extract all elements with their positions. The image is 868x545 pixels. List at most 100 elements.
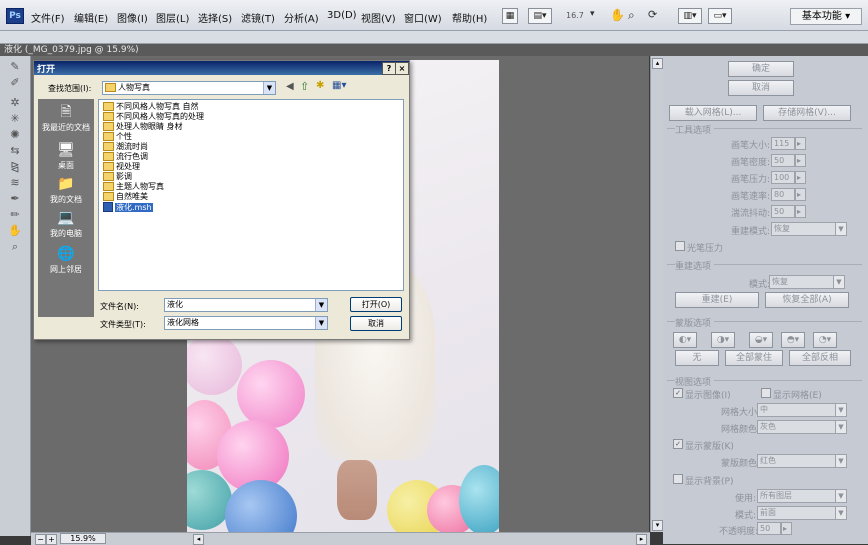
- mask-replace-icon[interactable]: ◐▾: [673, 332, 697, 348]
- show-mask-checkbox[interactable]: ✓: [673, 439, 683, 449]
- horizontal-scrollbar[interactable]: − + ◂ ▸: [31, 532, 650, 545]
- zoom-dropdown-icon[interactable]: ▾: [590, 9, 595, 19]
- list-item[interactable]: 主题人物写真: [103, 182, 164, 191]
- mesh-color-select[interactable]: 灰色 ▼: [757, 420, 847, 434]
- mask-none-button[interactable]: 无: [675, 350, 719, 366]
- ok-button[interactable]: 确定: [728, 61, 794, 77]
- back-icon[interactable]: ◀: [286, 81, 294, 92]
- brush-pressure-arrow-icon[interactable]: ▸: [795, 171, 806, 184]
- list-item[interactable]: 视处理: [103, 162, 140, 171]
- thaw-mask-tool-icon[interactable]: ✏: [8, 208, 22, 222]
- help-button[interactable]: ?: [382, 62, 396, 75]
- menu-window[interactable]: 窗口(W): [404, 10, 442, 25]
- up-folder-icon[interactable]: ⇧: [300, 80, 309, 93]
- bridge-icon[interactable]: ▦: [502, 8, 518, 24]
- load-mesh-button[interactable]: 载入网格(L)...: [669, 105, 757, 121]
- brush-density-arrow-icon[interactable]: ▸: [795, 154, 806, 167]
- show-mesh-checkbox[interactable]: [761, 388, 771, 398]
- open-button[interactable]: 打开(O): [350, 297, 402, 312]
- backdrop-mode-select[interactable]: 前面 ▼: [757, 506, 847, 520]
- brush-density-input[interactable]: 50: [771, 154, 795, 167]
- dialog-cancel-button[interactable]: 取消: [350, 316, 402, 331]
- mesh-size-select[interactable]: 中 ▼: [757, 403, 847, 417]
- invert-all-button[interactable]: 全部反相: [789, 350, 851, 366]
- opacity-input[interactable]: 50: [757, 522, 781, 535]
- menu-select[interactable]: 选择(S): [198, 10, 232, 25]
- opacity-arrow-icon[interactable]: ▸: [781, 522, 792, 535]
- show-backdrop-checkbox[interactable]: [673, 474, 683, 484]
- twirl-tool-icon[interactable]: ✲: [8, 96, 22, 110]
- look-in-select[interactable]: 人物写真 ▼: [102, 81, 276, 95]
- turbulence-tool-icon[interactable]: ≋: [8, 176, 22, 190]
- brush-rate-arrow-icon[interactable]: ▸: [795, 188, 806, 201]
- vertical-scrollbar[interactable]: ▴ ▾: [650, 56, 663, 532]
- filename-input[interactable]: 液化 ▼: [164, 298, 328, 312]
- brush-size-input[interactable]: 115: [771, 137, 795, 150]
- menu-view[interactable]: 视图(V): [361, 10, 396, 25]
- list-item[interactable]: 个性: [103, 132, 132, 141]
- list-item[interactable]: 处理人物眼睛 身材: [103, 122, 183, 131]
- zoom-out-icon[interactable]: −: [35, 534, 46, 545]
- mask-invert-icon[interactable]: ◔▾: [813, 332, 837, 348]
- brush-size-arrow-icon[interactable]: ▸: [795, 137, 806, 150]
- reconstruct-mode2-select[interactable]: 恢复 ▼: [769, 275, 845, 289]
- menu-layer[interactable]: 图层(L): [156, 10, 189, 25]
- menu-3d[interactable]: 3D(D): [327, 10, 357, 21]
- menu-help[interactable]: 帮助(H): [452, 10, 487, 25]
- mask-all-button[interactable]: 全部蒙住: [725, 350, 783, 366]
- new-folder-icon[interactable]: ✱: [316, 80, 324, 91]
- forward-warp-tool-icon[interactable]: ✎: [8, 60, 22, 74]
- scroll-left-icon[interactable]: ◂: [193, 534, 204, 545]
- view-menu-icon[interactable]: ▦▾: [332, 80, 346, 91]
- dialog-titlebar[interactable]: 打开 ? ×: [34, 61, 409, 75]
- place-desktop[interactable]: 🖥 桌面: [38, 141, 94, 171]
- restore-all-button[interactable]: 恢复全部(A): [765, 292, 849, 308]
- mask-intersect-icon[interactable]: ◓▾: [781, 332, 805, 348]
- place-recent[interactable]: 🗎 我最近的文档: [38, 103, 94, 133]
- rotate-view-icon[interactable]: ⟳: [648, 8, 657, 21]
- turbulent-jitter-input[interactable]: 50: [771, 205, 795, 218]
- list-item[interactable]: 影调: [103, 172, 132, 181]
- menu-edit[interactable]: 编辑(E): [74, 10, 108, 25]
- workspace-switcher[interactable]: 基本功能 ▾: [790, 8, 862, 25]
- place-my-documents[interactable]: 📁 我的文档: [38, 175, 94, 205]
- mirror-tool-icon[interactable]: ⧎: [8, 160, 22, 174]
- list-item[interactable]: 不同风格人物写真 自然: [103, 102, 199, 111]
- list-item[interactable]: 不同风格人物写真的处理: [103, 112, 204, 121]
- hand-tool-icon[interactable]: ✋: [8, 224, 22, 238]
- mask-subtract-icon[interactable]: ◒▾: [749, 332, 773, 348]
- use-select[interactable]: 所有图层 ▼: [757, 489, 847, 503]
- arrange-documents-icon[interactable]: ▥▾: [678, 8, 702, 24]
- hand-tool-icon[interactable]: ✋: [610, 8, 625, 22]
- brush-pressure-input[interactable]: 100: [771, 171, 795, 184]
- scroll-down-icon[interactable]: ▾: [652, 520, 663, 531]
- menu-analysis[interactable]: 分析(A): [284, 10, 319, 25]
- view-extras-icon[interactable]: ▤▾: [528, 8, 552, 24]
- list-item[interactable]: 流行色调: [103, 152, 148, 161]
- scroll-up-icon[interactable]: ▴: [652, 58, 663, 69]
- brush-rate-input[interactable]: 80: [771, 188, 795, 201]
- freeze-mask-tool-icon[interactable]: ✒: [8, 192, 22, 206]
- list-item[interactable]: 自然唯美: [103, 192, 148, 201]
- zoom-tool-icon[interactable]: ⌕: [628, 8, 635, 23]
- screen-mode-icon[interactable]: ▭▾: [708, 8, 732, 24]
- push-left-tool-icon[interactable]: ⇆: [8, 144, 22, 158]
- zoom-level[interactable]: 16.7: [566, 11, 584, 20]
- mask-color-select[interactable]: 红色 ▼: [757, 454, 847, 468]
- file-list[interactable]: 不同风格人物写真 自然 不同风格人物写真的处理 处理人物眼睛 身材 个性 潮流时…: [98, 99, 404, 291]
- list-item-selected[interactable]: 液化.msh: [103, 202, 153, 212]
- scroll-right-icon[interactable]: ▸: [636, 534, 647, 545]
- filetype-select[interactable]: 液化网格 ▼: [164, 316, 328, 330]
- show-image-checkbox[interactable]: ✓: [673, 388, 683, 398]
- menu-file[interactable]: 文件(F): [31, 10, 65, 25]
- cancel-button[interactable]: 取消: [728, 80, 794, 96]
- zoom-tool-icon[interactable]: ⌕: [8, 240, 22, 254]
- stylus-pressure-checkbox[interactable]: [675, 241, 685, 251]
- save-mesh-button[interactable]: 存储网格(V)...: [763, 105, 851, 121]
- place-my-computer[interactable]: 💻 我的电脑: [38, 209, 94, 239]
- zoom-field[interactable]: 15.9%: [60, 533, 106, 544]
- turbulent-jitter-arrow-icon[interactable]: ▸: [795, 205, 806, 218]
- bloat-tool-icon[interactable]: ✺: [8, 128, 22, 142]
- menu-image[interactable]: 图像(I): [117, 10, 148, 25]
- pucker-tool-icon[interactable]: ✳: [8, 112, 22, 126]
